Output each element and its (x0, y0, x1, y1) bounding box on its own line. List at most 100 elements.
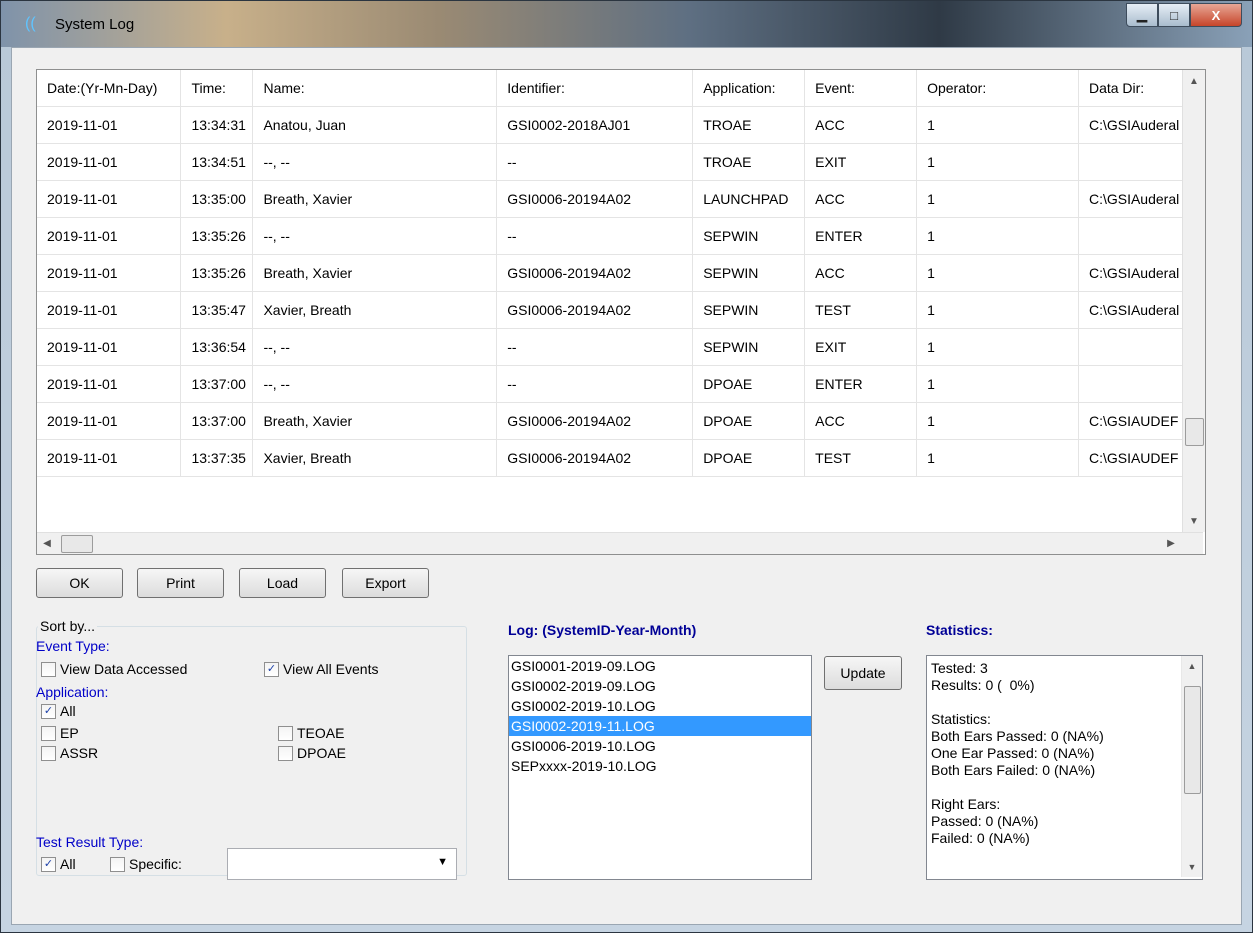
cell-event: TEST (804, 291, 918, 329)
table-row[interactable]: 2019-11-01 13:37:00 --, -- -- DPOAE ENTER 1 (37, 365, 1204, 403)
cell-name: Breath, Xavier (252, 180, 498, 218)
grid-vertical-scrollbar[interactable]: ▲ ▼ (1182, 70, 1205, 532)
table-row[interactable]: 2019-11-01 13:36:54 --, -- -- SEPWIN EXIT 1 (37, 328, 1204, 366)
checkbox-box[interactable]: ✓ (41, 856, 56, 872)
checkbox-label: View All Events (283, 661, 379, 677)
column-header-date[interactable]: Date:(Yr-Mn-Day) (37, 70, 182, 107)
horizontal-scroll-thumb[interactable] (61, 535, 93, 553)
checkbox-label: EP (60, 725, 79, 741)
cell-event: EXIT (804, 328, 918, 366)
table-row[interactable]: 2019-11-01 13:35:26 --, -- -- SEPWIN ENTER 1 (37, 217, 1204, 255)
window-controls: ▁ □ X (1126, 3, 1242, 27)
app-teoae-checkbox[interactable]: TEOAE (278, 725, 344, 741)
app-assr-checkbox[interactable]: ASSR (41, 745, 98, 761)
minimize-button[interactable]: ▁ (1126, 3, 1158, 27)
close-button[interactable]: X (1190, 3, 1242, 27)
cell-application: SEPWIN (692, 328, 806, 366)
cell-identifier: GSI0006-20194A02 (496, 439, 694, 477)
table-row[interactable]: 2019-11-01 13:37:35 Xavier, Breath GSI0006-… (37, 439, 1204, 477)
column-header-application[interactable]: Application: (692, 70, 806, 107)
scroll-down-arrow-icon[interactable]: ▼ (1182, 857, 1202, 877)
test-result-type-label: Test Result Type: (36, 834, 144, 850)
cell-identifier: GSI0006-20194A02 (496, 254, 694, 292)
checkbox-box[interactable]: ✓ (41, 703, 56, 719)
vertical-scroll-thumb[interactable] (1185, 418, 1204, 446)
sort-by-legend: Sort by... (38, 618, 97, 634)
list-item[interactable]: GSI0002-2019-09.LOG (509, 676, 811, 696)
view-data-accessed-checkbox[interactable]: View Data Accessed (41, 661, 187, 677)
result-specific-checkbox[interactable]: Specific: (110, 856, 182, 872)
table-row[interactable]: 2019-11-01 13:35:47 Xavier, Breath GSI0006-… (37, 291, 1204, 329)
scroll-up-arrow-icon[interactable]: ▲ (1183, 70, 1205, 92)
list-item[interactable]: SEPxxxx-2019-10.LOG (509, 756, 811, 776)
scroll-right-arrow-icon[interactable]: ▶ (1161, 533, 1181, 554)
column-header-time[interactable]: Time: (180, 70, 254, 107)
column-header-name[interactable]: Name: (252, 70, 498, 107)
table-row[interactable]: 2019-11-01 13:34:31 Anatou, Juan GSI0002-20… (37, 106, 1204, 144)
checkbox-box[interactable] (278, 745, 293, 761)
column-header-event[interactable]: Event: (804, 70, 918, 107)
grid-header-row: Date:(Yr-Mn-Day) Time: Name: Identifier:… (37, 70, 1204, 107)
result-type-dropdown[interactable]: ▼ (227, 848, 457, 880)
list-item[interactable]: GSI0002-2019-10.LOG (509, 696, 811, 716)
update-button[interactable]: Update (824, 656, 902, 690)
maximize-button[interactable]: □ (1158, 3, 1190, 27)
statistics-box[interactable]: Tested: 3 Results: 0 ( 0%) Statistics: B… (926, 655, 1203, 880)
app-ep-checkbox[interactable]: EP (41, 725, 79, 741)
result-all-checkbox[interactable]: ✓ All (41, 856, 76, 872)
checkbox-box[interactable] (110, 856, 125, 872)
log-file-list[interactable]: GSI0001-2019-09.LOG GSI0002-2019-09.LOG GS… (508, 655, 812, 880)
table-row[interactable]: 2019-11-01 13:37:00 Breath, Xavier GSI0006-… (37, 402, 1204, 440)
cell-operator: 1 (916, 328, 1079, 366)
export-button[interactable]: Export (342, 568, 429, 598)
app-dpoae-checkbox[interactable]: DPOAE (278, 745, 346, 761)
cell-date: 2019-11-01 (37, 402, 182, 440)
cell-date: 2019-11-01 (37, 365, 182, 403)
list-item[interactable]: GSI0001-2019-09.LOG (509, 656, 811, 676)
ok-button[interactable]: OK (36, 568, 123, 598)
scroll-left-arrow-icon[interactable]: ◀ (37, 533, 57, 554)
grid-horizontal-scrollbar[interactable]: ◀ ▶ (37, 532, 1203, 554)
statistics-heading: Statistics: (926, 622, 993, 638)
checkbox-box[interactable]: ✓ (264, 661, 279, 677)
cell-event: ENTER (804, 217, 918, 255)
statistics-scroll-thumb[interactable] (1184, 686, 1201, 794)
load-button[interactable]: Load (239, 568, 326, 598)
statistics-text: Tested: 3 Results: 0 ( 0%) Statistics: B… (931, 660, 1104, 846)
checkbox-box[interactable] (41, 745, 56, 761)
cell-operator: 1 (916, 402, 1079, 440)
table-row[interactable]: 2019-11-01 13:35:26 Breath, Xavier GSI0006-… (37, 254, 1204, 292)
cell-event: ACC (804, 180, 918, 218)
checkbox-label: View Data Accessed (60, 661, 188, 677)
statistics-scrollbar[interactable]: ▲ ▼ (1181, 656, 1202, 877)
cell-date: 2019-11-01 (37, 439, 182, 477)
log-grid[interactable]: Date:(Yr-Mn-Day) Time: Name: Identifier:… (36, 69, 1206, 555)
chevron-down-icon[interactable]: ▼ (437, 856, 448, 868)
app-all-checkbox[interactable]: ✓ All (41, 703, 76, 719)
cell-time: 13:35:26 (180, 217, 254, 255)
print-button[interactable]: Print (137, 568, 224, 598)
checkbox-label: Specific: (129, 856, 182, 872)
title-bar[interactable]: (( System Log ▁ □ X (1, 1, 1252, 47)
cell-date: 2019-11-01 (37, 143, 182, 181)
cell-operator: 1 (916, 254, 1079, 292)
checkbox-box[interactable] (278, 725, 293, 741)
column-header-identifier[interactable]: Identifier: (496, 70, 694, 107)
list-item[interactable]: GSI0006-2019-10.LOG (509, 736, 811, 756)
cell-operator: 1 (916, 106, 1079, 144)
checkbox-box[interactable] (41, 661, 56, 677)
cell-application: DPOAE (692, 365, 806, 403)
view-all-events-checkbox[interactable]: ✓ View All Events (264, 661, 378, 677)
checkbox-box[interactable] (41, 725, 56, 741)
table-row[interactable]: 2019-11-01 13:35:00 Breath, Xavier GSI0006-… (37, 180, 1204, 218)
column-header-operator[interactable]: Operator: (916, 70, 1079, 107)
cell-name: Anatou, Juan (252, 106, 498, 144)
event-type-label: Event Type: (36, 638, 110, 654)
cell-identifier: GSI0006-20194A02 (496, 291, 694, 329)
scroll-up-arrow-icon[interactable]: ▲ (1182, 656, 1202, 676)
scroll-down-arrow-icon[interactable]: ▼ (1183, 510, 1205, 532)
table-row[interactable]: 2019-11-01 13:34:51 --, -- -- TROAE EXIT 1 (37, 143, 1204, 181)
cell-time: 13:37:35 (180, 439, 254, 477)
cell-identifier: GSI0006-20194A02 (496, 402, 694, 440)
list-item[interactable]: GSI0002-2019-11.LOG (509, 716, 811, 736)
